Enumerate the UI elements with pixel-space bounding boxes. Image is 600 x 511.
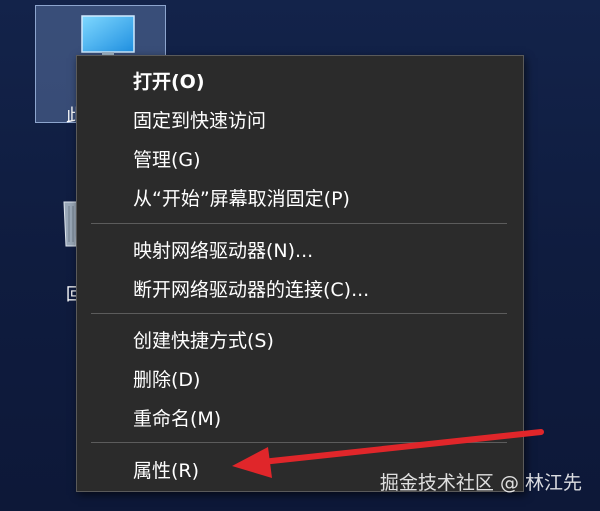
menu-item-open[interactable]: 打开(O) [77, 61, 523, 99]
menu-item-manage[interactable]: 管理(G) [77, 139, 523, 177]
recycle-bin-caption: 回 [66, 285, 76, 305]
menu-item-create-shortcut[interactable]: 创建快捷方式(S) [77, 320, 523, 358]
menu-separator [91, 313, 507, 314]
context-menu: 打开(O) 固定到快速访问 管理(G) 从“开始”屏幕取消固定(P) 映射网络驱… [76, 55, 524, 492]
menu-item-map-network-drive[interactable]: 映射网络驱动器(N)... [77, 230, 523, 268]
menu-item-rename[interactable]: 重命名(M) [77, 398, 523, 436]
desktop-icon-caption: 此 [66, 106, 76, 126]
menu-separator [91, 223, 507, 224]
watermark: 掘金技术社区 @ 林江先 [379, 472, 582, 494]
menu-item-disconnect-network-drive[interactable]: 断开网络驱动器的连接(C)... [77, 269, 523, 307]
menu-item-pin-quick-access[interactable]: 固定到快速访问 [77, 100, 523, 138]
menu-item-delete[interactable]: 删除(D) [77, 359, 523, 397]
menu-item-unpin-start[interactable]: 从“开始”屏幕取消固定(P) [77, 178, 523, 216]
menu-separator [91, 442, 507, 443]
